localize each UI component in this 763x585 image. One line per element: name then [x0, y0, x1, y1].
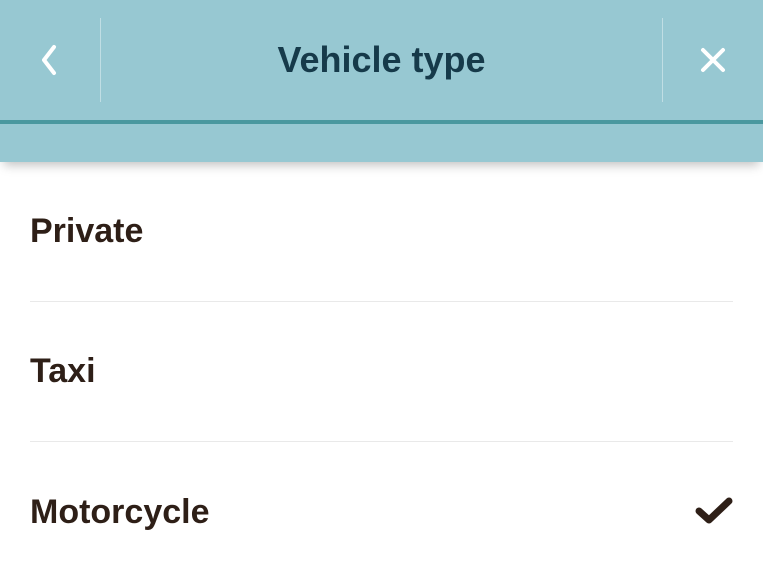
header-sub-band [0, 120, 763, 162]
list-item-label: Taxi [30, 352, 96, 391]
page-title: Vehicle type [0, 39, 763, 81]
header-divider-right [662, 18, 663, 102]
list-item-label: Motorcycle [30, 493, 210, 532]
header-divider-left [100, 18, 101, 102]
check-icon [695, 495, 733, 530]
back-button[interactable] [28, 38, 72, 82]
vehicle-type-list: Private Taxi Motorcycle [0, 162, 763, 582]
list-item-private[interactable]: Private [30, 162, 733, 302]
list-item-label: Private [30, 212, 143, 251]
list-item-taxi[interactable]: Taxi [30, 302, 733, 442]
close-icon [699, 46, 727, 74]
list-item-motorcycle[interactable]: Motorcycle [30, 442, 733, 582]
close-button[interactable] [691, 38, 735, 82]
header: Vehicle type [0, 0, 763, 120]
chevron-left-icon [40, 43, 60, 77]
